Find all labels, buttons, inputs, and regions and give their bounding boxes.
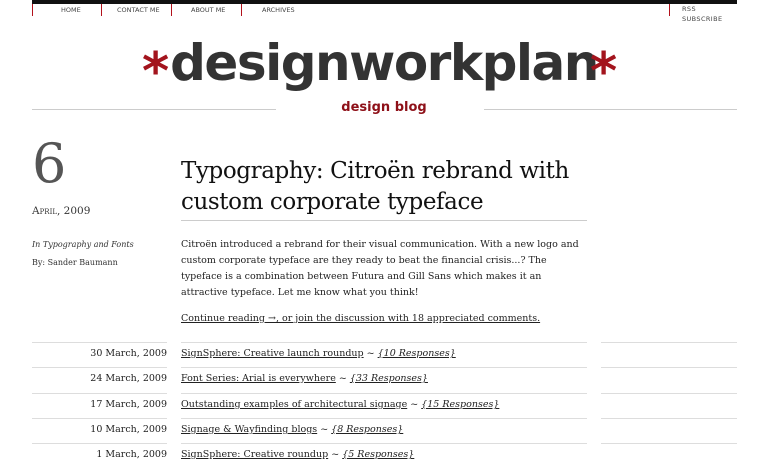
recent-post-entry: Outstanding examples of architectural si… — [181, 399, 499, 410]
recent-post-date: 30 March, 2009 — [90, 348, 167, 359]
recent-post-entry: Signage & Wayfinding blogs ~ {8 Response… — [181, 424, 403, 435]
list-item: 10 March, 2009 Signage & Wayfinding blog… — [0, 418, 768, 443]
post-excerpt: Citroën introduced a rebrand for their v… — [181, 239, 579, 298]
rss-subscribe-link[interactable]: RSS SUBSCRIBE — [669, 4, 737, 23]
recent-post-link[interactable]: SignSphere: Creative launch roundup — [181, 348, 364, 359]
list-item: 1 March, 2009 SignSphere: Creative round… — [0, 443, 768, 468]
row-divider — [601, 393, 737, 394]
post-author: By: Sander Baumann — [32, 258, 118, 267]
row-divider — [32, 342, 167, 343]
nav-archives-link[interactable]: ARCHIVES — [241, 4, 312, 16]
row-divider — [601, 367, 737, 368]
row-divider — [181, 418, 587, 419]
logo-star-right: * — [590, 42, 618, 102]
site-tagline: design blog — [341, 100, 427, 115]
recent-post-entry: SignSphere: Creative roundup ~ {5 Respon… — [181, 449, 414, 460]
site-logo[interactable]: designworkplan — [0, 31, 768, 95]
header-divider-right — [484, 109, 737, 110]
recent-post-date: 24 March, 2009 — [90, 373, 167, 384]
row-divider — [32, 418, 167, 419]
post-day: 6 — [32, 132, 67, 195]
post-category-link[interactable]: In Typography and Fonts — [32, 240, 134, 249]
recent-post-link[interactable]: SignSphere: Creative roundup — [181, 449, 328, 460]
list-item: 17 March, 2009 Outstanding examples of a… — [0, 393, 768, 418]
row-divider — [181, 342, 587, 343]
list-item: 24 March, 2009 Font Series: Arial is eve… — [0, 367, 768, 392]
continue-reading-link[interactable]: Continue reading →, or join the discussi… — [181, 313, 540, 324]
row-divider — [181, 393, 587, 394]
row-divider — [601, 443, 737, 444]
responses-link[interactable]: {8 Responses} — [331, 424, 403, 435]
recent-post-date: 17 March, 2009 — [90, 399, 167, 410]
recent-post-date: 10 March, 2009 — [90, 424, 167, 435]
responses-link[interactable]: {10 Responses} — [378, 348, 456, 359]
row-divider — [32, 393, 167, 394]
continue-reading-text[interactable]: Continue reading →, or join the discussi… — [181, 313, 540, 324]
separator: ~ — [363, 348, 378, 359]
row-divider — [181, 367, 587, 368]
recent-post-link[interactable]: Outstanding examples of architectural si… — [181, 399, 407, 410]
row-divider — [601, 342, 737, 343]
row-divider — [181, 443, 587, 444]
separator: ~ — [407, 399, 422, 410]
nav-about-link[interactable]: ABOUT ME — [171, 4, 242, 16]
recent-post-entry: Font Series: Arial is everywhere ~ {33 R… — [181, 373, 428, 384]
separator: ~ — [328, 449, 343, 460]
post-month-year: April, 2009 — [32, 205, 91, 217]
nav-home-link[interactable]: HOME — [32, 4, 102, 16]
row-divider — [32, 367, 167, 368]
responses-link[interactable]: {15 Responses} — [421, 399, 499, 410]
nav-contact-link[interactable]: CONTACT ME — [101, 4, 172, 16]
title-divider — [181, 220, 587, 221]
recent-post-link[interactable]: Signage & Wayfinding blogs — [181, 424, 317, 435]
responses-link[interactable]: {5 Responses} — [342, 449, 414, 460]
row-divider — [601, 418, 737, 419]
post-title[interactable]: Typography: Citroën rebrand with custom … — [181, 156, 587, 218]
separator: ~ — [335, 373, 350, 384]
recent-post-link[interactable]: Font Series: Arial is everywhere — [181, 373, 336, 384]
recent-post-date: 1 March, 2009 — [96, 449, 167, 460]
separator: ~ — [317, 424, 332, 435]
responses-link[interactable]: {33 Responses} — [350, 373, 428, 384]
row-divider — [32, 443, 167, 444]
recent-post-entry: SignSphere: Creative launch roundup ~ {1… — [181, 348, 456, 359]
list-item: 30 March, 2009 SignSphere: Creative laun… — [0, 342, 768, 367]
